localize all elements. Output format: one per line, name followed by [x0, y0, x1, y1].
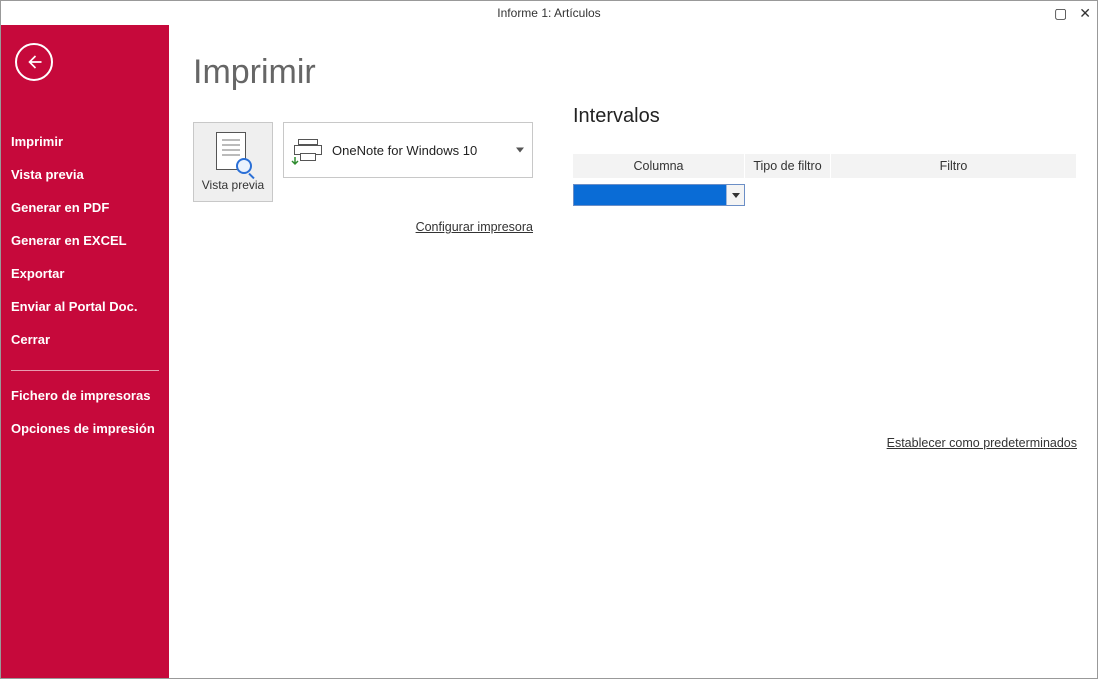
vista-previa-label: Vista previa: [202, 178, 264, 192]
printer-icon: [294, 139, 322, 161]
intervals-grid-row: [573, 184, 1077, 206]
header-tipo-filtro: Tipo de filtro: [745, 154, 831, 178]
chevron-down-icon: [516, 148, 524, 153]
sidebar: Imprimir Vista previa Generar en PDF Gen…: [1, 25, 169, 678]
columna-dropdown[interactable]: [573, 184, 745, 206]
close-button[interactable]: ✕: [1079, 5, 1091, 22]
columna-selected-value: [574, 185, 726, 205]
window-title: Informe 1: Artículos: [497, 6, 600, 20]
arrow-left-icon: [25, 53, 43, 71]
vista-previa-button[interactable]: Vista previa: [193, 122, 273, 202]
sidebar-item-vista-previa[interactable]: Vista previa: [1, 158, 169, 191]
sidebar-item-opciones-impresion[interactable]: Opciones de impresión: [1, 412, 169, 445]
sidebar-item-fichero-impresoras[interactable]: Fichero de impresoras: [1, 379, 169, 412]
chevron-down-icon: [732, 193, 740, 198]
back-button[interactable]: [15, 43, 53, 81]
configure-printer-link[interactable]: Configurar impresora: [416, 220, 533, 234]
sidebar-item-exportar[interactable]: Exportar: [1, 257, 169, 290]
sidebar-item-imprimir[interactable]: Imprimir: [1, 125, 169, 158]
columna-dropdown-button[interactable]: [726, 185, 744, 205]
title-bar: Informe 1: Artículos ▢ ✕: [1, 1, 1097, 25]
document-preview-icon: [216, 132, 250, 172]
sidebar-item-enviar-portal[interactable]: Enviar al Portal Doc.: [1, 290, 169, 323]
sidebar-item-cerrar[interactable]: Cerrar: [1, 323, 169, 356]
header-columna: Columna: [573, 154, 745, 178]
sidebar-item-generar-excel[interactable]: Generar en EXCEL: [1, 224, 169, 257]
page-title: Imprimir: [193, 53, 533, 92]
maximize-button[interactable]: ▢: [1054, 5, 1067, 22]
header-filtro: Filtro: [831, 154, 1077, 178]
printer-name: OneNote for Windows 10: [332, 143, 477, 158]
printer-select[interactable]: OneNote for Windows 10: [283, 122, 533, 178]
sidebar-item-generar-pdf[interactable]: Generar en PDF: [1, 191, 169, 224]
set-default-link[interactable]: Establecer como predeterminados: [887, 436, 1077, 450]
main-content: Imprimir Vista previa OneNote for Window…: [169, 25, 1097, 678]
intervals-title: Intervalos: [573, 105, 1077, 128]
intervals-grid-header: Columna Tipo de filtro Filtro: [573, 154, 1077, 178]
sidebar-separator: [11, 370, 159, 371]
